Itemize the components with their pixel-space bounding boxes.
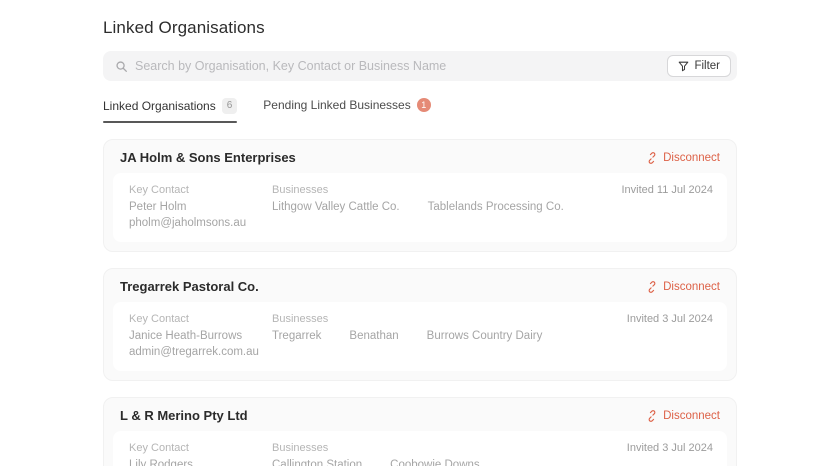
search-bar: Filter [103, 51, 737, 81]
disconnect-label: Disconnect [663, 152, 720, 164]
broken-link-icon [646, 410, 658, 422]
invited-date: Invited 3 Jul 2024 [627, 313, 713, 325]
tab-label: Pending Linked Businesses [263, 98, 410, 112]
business-name: Coobowie Downs [390, 459, 480, 466]
key-contact-label: Key Contact [129, 184, 272, 196]
organisation-name: Tregarrek Pastoral Co. [120, 279, 259, 294]
businesses-label: Businesses [272, 313, 627, 325]
business-name: Benathan [349, 330, 398, 342]
contact-name: Janice Heath-Burrows [129, 330, 272, 342]
contact-email: admin@tregarrek.com.au [129, 346, 272, 358]
contact-name: Lily Rodgers [129, 459, 272, 466]
key-contact-label: Key Contact [129, 313, 272, 325]
business-name: Tregarrek [272, 330, 321, 342]
businesses-column: Businesses Tregarrek Benathan Burrows Coun… [272, 313, 627, 342]
card-body: Key Contact Peter Holm pholm@jaholmsons.… [113, 173, 727, 242]
cards-list: JA Holm & Sons Enterprises Disconnect Ke… [103, 139, 737, 466]
business-list: Lithgow Valley Cattle Co. Tablelands Proc… [272, 201, 621, 213]
broken-link-icon [646, 281, 658, 293]
tabs: Linked Organisations 6 Pending Linked Bu… [103, 98, 737, 123]
disconnect-button[interactable]: Disconnect [646, 281, 720, 293]
tab-label: Linked Organisations [103, 99, 216, 113]
disconnect-button[interactable]: Disconnect [646, 410, 720, 422]
contact-name: Peter Holm [129, 201, 272, 213]
card-header: Tregarrek Pastoral Co. Disconnect [104, 269, 736, 302]
disconnect-button[interactable]: Disconnect [646, 152, 720, 164]
search-input[interactable] [135, 51, 667, 81]
invited-date: Invited 3 Jul 2024 [627, 442, 713, 454]
disconnect-label: Disconnect [663, 410, 720, 422]
business-name: Lithgow Valley Cattle Co. [272, 201, 400, 213]
business-list: Callington Station Coobowie Downs [272, 459, 627, 466]
broken-link-icon [646, 152, 658, 164]
key-contact-column: Key Contact Lily Rodgers lrodgers@lrmeri… [129, 442, 272, 466]
organisation-name: L & R Merino Pty Ltd [120, 408, 248, 423]
invited-date: Invited 11 Jul 2024 [621, 184, 713, 196]
organisation-card: Tregarrek Pastoral Co. Disconnect Key Co… [103, 268, 737, 381]
business-name: Burrows Country Dairy [427, 330, 543, 342]
organisation-name: JA Holm & Sons Enterprises [120, 150, 296, 165]
organisation-card: L & R Merino Pty Ltd Disconnect Key Cont… [103, 397, 737, 466]
organisation-card: JA Holm & Sons Enterprises Disconnect Ke… [103, 139, 737, 252]
contact-email: pholm@jaholmsons.au [129, 217, 272, 229]
page-title: Linked Organisations [103, 18, 737, 38]
key-contact-label: Key Contact [129, 442, 272, 454]
key-contact-column: Key Contact Peter Holm pholm@jaholmsons.… [129, 184, 272, 229]
business-name: Callington Station [272, 459, 362, 466]
card-header: L & R Merino Pty Ltd Disconnect [104, 398, 736, 431]
key-contact-column: Key Contact Janice Heath-Burrows admin@t… [129, 313, 272, 358]
businesses-label: Businesses [272, 184, 621, 196]
tab-linked-organisations[interactable]: Linked Organisations 6 [103, 98, 237, 123]
businesses-label: Businesses [272, 442, 627, 454]
tab-pending-linked-businesses[interactable]: Pending Linked Businesses 1 [263, 98, 430, 121]
filter-button[interactable]: Filter [667, 55, 731, 77]
filter-icon [678, 61, 689, 72]
card-header: JA Holm & Sons Enterprises Disconnect [104, 140, 736, 173]
linked-organisations-page: Linked Organisations Filter Linked Organ… [103, 0, 737, 466]
filter-button-label: Filter [694, 60, 720, 72]
card-body: Key Contact Lily Rodgers lrodgers@lrmeri… [113, 431, 727, 466]
card-body: Key Contact Janice Heath-Burrows admin@t… [113, 302, 727, 371]
businesses-column: Businesses Callington Station Coobowie Do… [272, 442, 627, 466]
pending-count-badge: 1 [417, 98, 431, 112]
business-list: Tregarrek Benathan Burrows Country Dairy [272, 330, 627, 342]
business-name: Tablelands Processing Co. [428, 201, 564, 213]
linked-count-badge: 6 [222, 98, 238, 114]
search-icon [115, 60, 128, 73]
disconnect-label: Disconnect [663, 281, 720, 293]
businesses-column: Businesses Lithgow Valley Cattle Co. Tabl… [272, 184, 621, 213]
